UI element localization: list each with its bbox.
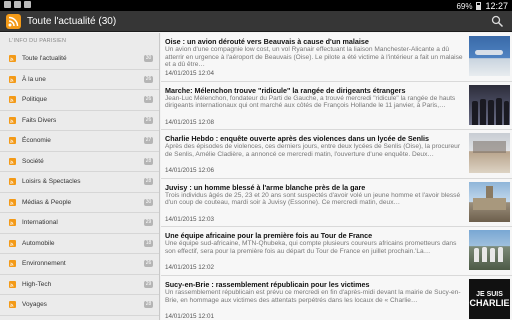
article-title: Oise : un avion dérouté vers Beauvais à … [165, 37, 369, 46]
sidebar-item-a-la-une[interactable]: À la une 26 [0, 70, 159, 90]
article-title: Juvisy : un homme blessé à l'arme blanch… [165, 182, 366, 192]
article-title: Marche: Mélenchon trouve "ridicule" la r… [165, 85, 406, 95]
sidebar-item-faits-divers[interactable]: Faits Divers 26 [0, 111, 159, 131]
count-badge: 30 [144, 198, 153, 206]
rss-icon [9, 157, 16, 165]
article-excerpt: Un rassemblement républicain est prévu c… [165, 288, 461, 304]
rss-icon [9, 55, 16, 62]
notification-icon [24, 1, 31, 8]
article-date: 14/01/2015 12:02 [165, 264, 215, 272]
thumbnail-text-line-2: CHARLIE [469, 297, 510, 308]
rss-icon [9, 75, 16, 83]
article-excerpt: Après des épisodes de violences, ces der… [165, 143, 461, 158]
sidebar-item-label: Faits Divers [22, 116, 57, 124]
action-bar: Toute l'actualité (30) [0, 11, 512, 32]
count-badge: 26 [144, 96, 153, 103]
article-excerpt: Un avion d'une compagnie low cost, un vo… [165, 46, 463, 69]
count-badge: 26 [144, 75, 153, 83]
rss-icon [9, 137, 16, 144]
category-sidebar: L'INFO DU PARISIEN Toute l'actualité 30 … [0, 33, 160, 320]
cyclists-photo-thumbnail [469, 230, 510, 271]
count-badge: 29 [144, 219, 153, 226]
sidebar-item-politique[interactable]: Politique 26 [0, 90, 159, 111]
sidebar-item-medias-people[interactable]: Médias & People 30 [0, 193, 159, 213]
notification-icons [4, 1, 31, 8]
sidebar-item-economie[interactable]: Économie 27 [0, 131, 159, 152]
sidebar-item-voyages[interactable]: Voyages 28 [0, 295, 159, 316]
article-list: Oise : un avion dérouté vers Beauvais à … [161, 33, 512, 320]
sidebar-item-environnement[interactable]: Environnement 26 [0, 254, 159, 275]
notification-icon [14, 1, 21, 8]
sidebar-item-label: Économie [22, 137, 51, 144]
rss-icon [9, 239, 16, 247]
sidebar-item-automobile[interactable]: Automobile 18 [0, 234, 159, 254]
article-title: Une équipe africaine pour la première fo… [165, 231, 373, 241]
count-badge: 29 [144, 280, 153, 288]
article-title: Sucy-en-Brie : rassemblement républicain… [165, 279, 370, 289]
article-item[interactable]: Oise : un avion dérouté vers Beauvais à … [161, 33, 512, 82]
rss-icon [9, 260, 16, 267]
rss-icon [9, 301, 16, 308]
article-excerpt: Trois individus âgés de 25, 23 et 20 ans… [165, 191, 461, 207]
article-item[interactable]: Sucy-en-Brie : rassemblement républicain… [161, 275, 512, 320]
article-excerpt: Jean-Luc Mélenchon, fondateur du Parti d… [165, 94, 456, 110]
battery-percent: 69% [456, 1, 473, 11]
clock: 12:27 [485, 1, 508, 11]
article-title: Charlie Hebdo : enquête ouverte après de… [165, 134, 430, 144]
count-badge: 26 [144, 260, 153, 267]
sidebar-item-toute-actualite[interactable]: Toute l'actualité 30 [0, 49, 159, 70]
article-item[interactable]: Marche: Mélenchon trouve "ridicule" la r… [161, 81, 512, 131]
sidebar-item-international[interactable]: International 29 [0, 213, 159, 234]
sidebar-item-label: Société [22, 157, 44, 165]
count-badge: 26 [144, 116, 153, 124]
sidebar-item-societe[interactable]: Société 28 [0, 152, 159, 172]
je-suis-charlie-thumbnail: JE SUIS CHARLIE [469, 278, 510, 319]
article-date: 14/01/2015 12:04 [165, 70, 215, 77]
sidebar-item-label: À la une [22, 75, 46, 83]
article-item[interactable]: Charlie Hebdo : enquête ouverte après de… [161, 130, 512, 179]
rss-app-icon[interactable] [6, 14, 21, 29]
rss-icon [9, 280, 16, 288]
article-date: 14/01/2015 12:01 [165, 312, 215, 320]
sidebar-item-label: Voyages [22, 301, 47, 308]
rss-icon [9, 198, 16, 206]
article-item[interactable]: Une équipe africaine pour la première fo… [161, 227, 512, 276]
sidebar-item-label: Politique [22, 96, 47, 103]
page-title: Toute l'actualité (30) [27, 16, 117, 27]
sidebar-item-label: Automobile [22, 239, 55, 247]
rss-icon [9, 178, 16, 185]
sidebar-item-label: High-Tech [22, 280, 52, 288]
rss-icon [9, 116, 16, 124]
article-item[interactable]: Juvisy : un homme blessé à l'arme blanch… [161, 178, 512, 228]
sidebar-item-label: Loisirs & Spectacles [22, 178, 81, 185]
battery-icon [476, 2, 482, 10]
plane-photo-thumbnail [469, 36, 510, 76]
sidebar-item-label: Médias & People [22, 198, 72, 206]
count-badge: 28 [144, 178, 153, 185]
sidebar-item-label: Toute l'actualité [22, 55, 67, 62]
sidebar-item-label: International [22, 219, 58, 226]
count-badge: 18 [144, 239, 153, 247]
count-badge: 28 [144, 157, 153, 165]
school-photo-thumbnail [469, 133, 510, 174]
rss-icon [9, 219, 16, 226]
sidebar-section-title: L'INFO DU PARISIEN [9, 38, 67, 44]
status-bar: 69% 12:27 [0, 0, 512, 11]
search-icon[interactable] [491, 15, 504, 28]
count-badge: 28 [144, 301, 153, 308]
sidebar-item-label: Environnement [22, 260, 66, 267]
article-date: 14/01/2015 12:08 [165, 118, 215, 126]
leaders-photo-thumbnail [469, 84, 510, 125]
notification-icon [4, 1, 11, 8]
station-photo-thumbnail [469, 181, 510, 222]
article-excerpt: Une équipe sud-africaine, MTN-Qhubeka, q… [165, 240, 457, 255]
article-date: 14/01/2015 12:06 [165, 167, 215, 175]
article-date: 14/01/2015 12:03 [165, 215, 215, 223]
count-badge: 27 [144, 137, 153, 144]
sidebar-item-high-tech[interactable]: High-Tech 29 [0, 275, 159, 295]
count-badge: 30 [144, 55, 153, 62]
sidebar-item-loisirs-spectacles[interactable]: Loisirs & Spectacles 28 [0, 172, 159, 193]
rss-icon [9, 96, 16, 103]
